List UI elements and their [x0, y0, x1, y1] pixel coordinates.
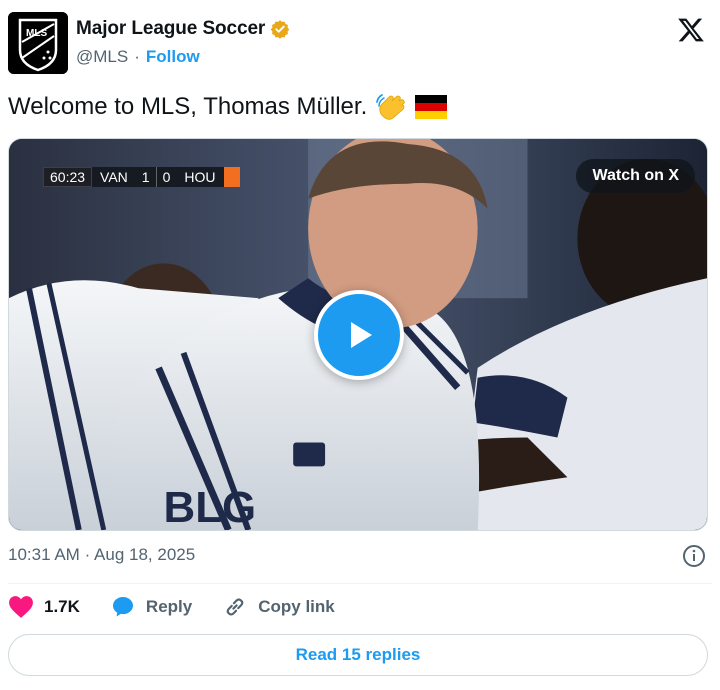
like-button[interactable]: 1.7K [8, 595, 80, 619]
play-button[interactable] [314, 290, 404, 380]
avatar-text: MLS [26, 28, 47, 39]
play-icon [351, 322, 372, 348]
match-clock: 60:23 [43, 167, 93, 187]
info-icon[interactable] [682, 544, 706, 568]
tweet-card: MLS Major League Soccer @MLS · Follow We… [0, 0, 720, 690]
verified-badge-icon [270, 20, 290, 39]
tweet-timestamp[interactable]: 10:31 AM · Aug 18, 2025 [8, 545, 195, 565]
x-logo-icon[interactable] [676, 16, 706, 44]
heart-icon [9, 596, 33, 618]
follow-button[interactable]: Follow [146, 47, 200, 67]
handle-separator: · [134, 47, 140, 66]
author-name-row: Major League Soccer [76, 18, 290, 40]
watch-on-x-button[interactable]: Watch on X [576, 159, 695, 193]
like-count: 1.7K [44, 597, 80, 616]
tweet-text-content: Welcome to MLS, Thomas Müller. [8, 93, 368, 120]
reply-label: Reply [145, 597, 193, 616]
germany-flag-icon [415, 95, 448, 119]
tweet-date: Aug 18, 2025 [94, 545, 196, 564]
action-bar: 1.7K Reply Copy link [8, 594, 335, 620]
tweet-time: 10:31 AM [8, 545, 80, 564]
away-team-color-swatch [223, 167, 240, 187]
video-player[interactable]: BLG 60:23 VAN 1 0 HOU Watch on X [8, 138, 708, 531]
author-handle-row: @MLS · Follow [76, 47, 290, 67]
home-team: VAN [92, 167, 136, 187]
away-team: HOU [176, 167, 224, 187]
author-display-name[interactable]: Major League Soccer [76, 18, 265, 40]
avatar[interactable]: MLS [8, 12, 68, 74]
jersey-sponsor-text: BLG [164, 483, 257, 530]
reply-icon [112, 597, 133, 617]
copy-link-button[interactable]: Copy link [222, 594, 335, 620]
copy-link-label: Copy link [258, 597, 335, 616]
scorebug: 60:23 VAN 1 0 HOU [43, 167, 240, 187]
divider [8, 583, 712, 584]
link-icon [226, 598, 244, 616]
timestamp-separator: · [84, 545, 91, 564]
reply-button[interactable]: Reply [110, 595, 192, 619]
mls-logo-icon: MLS [8, 12, 68, 74]
author-block: Major League Soccer @MLS · Follow [76, 18, 290, 67]
waving-hand-icon [375, 92, 407, 122]
author-handle[interactable]: @MLS [76, 47, 128, 67]
read-replies-button[interactable]: Read 15 replies [8, 634, 708, 676]
tweet-text: Welcome to MLS, Thomas Müller. [8, 92, 448, 122]
away-score: 0 [155, 167, 177, 187]
home-score: 1 [135, 167, 156, 187]
